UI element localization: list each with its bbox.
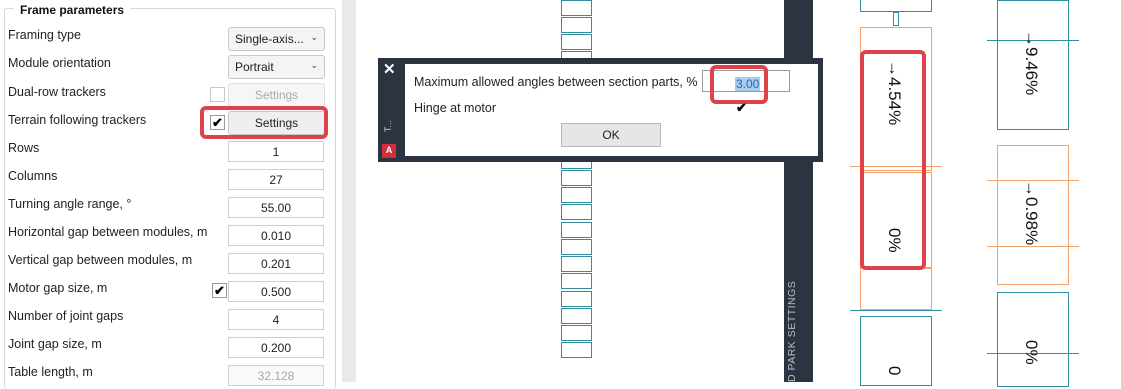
ok-button[interactable]: OK	[561, 123, 661, 147]
framing-type-dropdown[interactable]: Single-axis... ⌄	[228, 27, 325, 51]
module-cell	[561, 308, 592, 324]
table-col1-section-c[interactable]	[860, 268, 932, 310]
slope-label-col1-top: →4.54%	[885, 60, 904, 126]
max-angle-label: Maximum allowed angles between section p…	[414, 75, 698, 89]
rows-field[interactable]: 1	[228, 141, 324, 162]
module-cell	[561, 187, 592, 203]
divider	[987, 246, 1079, 247]
joint-gaps-label: Number of joint gaps	[8, 309, 124, 323]
close-icon[interactable]: ✕	[383, 60, 396, 78]
vertical-gap-label: Vertical gap between modules, m	[8, 253, 193, 267]
hinge-at-motor-label: Hinge at motor	[414, 101, 496, 115]
slope-label-col2-top: →9.46%	[1022, 30, 1041, 96]
module-cell	[561, 239, 592, 255]
chevron-down-icon: ⌄	[310, 32, 318, 42]
dual-row-trackers-label: Dual-row trackers	[8, 85, 106, 99]
terrain-following-label: Terrain following trackers	[8, 113, 147, 127]
joint-gap-size-label: Joint gap size, m	[8, 337, 102, 351]
group-title: Frame parameters	[14, 3, 131, 17]
columns-field[interactable]: 27	[228, 169, 324, 190]
divider	[850, 310, 942, 311]
module-orientation-label: Module orientation	[8, 56, 111, 70]
module-orientation-value: Portrait	[235, 60, 274, 74]
motor-gap-label: Motor gap size, m	[8, 281, 108, 295]
slope-label-col2-mid: →0.98%	[1022, 180, 1041, 246]
columns-label: Columns	[8, 169, 58, 183]
module-cell	[561, 17, 592, 33]
module-cell	[561, 204, 592, 220]
panel-scrollbar[interactable]	[342, 0, 356, 382]
module-cell	[561, 0, 592, 16]
module-cell	[561, 170, 592, 186]
slope-label-col2-bottom: 0%	[1022, 340, 1041, 365]
chevron-down-icon: ⌄	[310, 60, 318, 70]
turning-angle-field[interactable]: 55.00	[228, 197, 324, 218]
turning-angle-label: Turning angle range, °	[8, 197, 132, 211]
dual-row-settings-button[interactable]: Settings	[228, 83, 325, 107]
module-orientation-dropdown[interactable]: Portrait ⌄	[228, 55, 325, 79]
terrain-following-checkbox[interactable]: ✔	[210, 115, 225, 130]
slope-label-col1-mid: 0%	[885, 228, 904, 253]
table-col1-bottom[interactable]	[860, 316, 932, 386]
rows-label: Rows	[8, 141, 40, 155]
module-cell	[561, 34, 592, 50]
table-length-field: 32.128	[228, 365, 324, 386]
table-col1-section-b[interactable]	[860, 172, 932, 268]
max-angle-value[interactable]: 3.00	[735, 77, 761, 91]
framing-type-label: Framing type	[8, 28, 81, 42]
park-settings-label: D PARK SETTINGS	[786, 280, 798, 382]
module-cell	[561, 325, 592, 341]
divider	[850, 166, 942, 167]
terrain-settings-button[interactable]: Settings	[228, 111, 325, 135]
slope-label-col1-bottom: 0	[885, 366, 904, 376]
module-cell	[561, 342, 592, 358]
vertical-gap-field[interactable]: 0.201	[228, 253, 324, 274]
joint-gaps-field[interactable]: 4	[228, 309, 324, 330]
module-cell	[561, 291, 592, 307]
motor-gap-field[interactable]: 0.500	[228, 281, 324, 302]
hinge-at-motor-checkbox[interactable]: ✔	[734, 101, 749, 116]
app-logo-icon: A	[382, 144, 396, 158]
frame-parameters-panel: Frame parameters Framing type Single-axi…	[0, 0, 342, 389]
dialog-side-title: T...	[383, 120, 393, 133]
joint-gap-size-field[interactable]: 0.200	[228, 337, 324, 358]
framing-type-value: Single-axis...	[235, 32, 304, 46]
dual-row-trackers-checkbox[interactable]	[210, 87, 225, 102]
module-cell	[561, 222, 592, 238]
module-cell	[561, 273, 592, 289]
horizontal-gap-field[interactable]: 0.010	[228, 225, 324, 246]
table-col1-top[interactable]	[860, 0, 932, 12]
horizontal-gap-label: Horizontal gap between modules, m	[8, 225, 208, 239]
connector	[893, 12, 899, 26]
module-cell	[561, 256, 592, 272]
motor-gap-checkbox[interactable]: ✔	[212, 283, 227, 298]
table-length-label: Table length, m	[8, 365, 93, 379]
